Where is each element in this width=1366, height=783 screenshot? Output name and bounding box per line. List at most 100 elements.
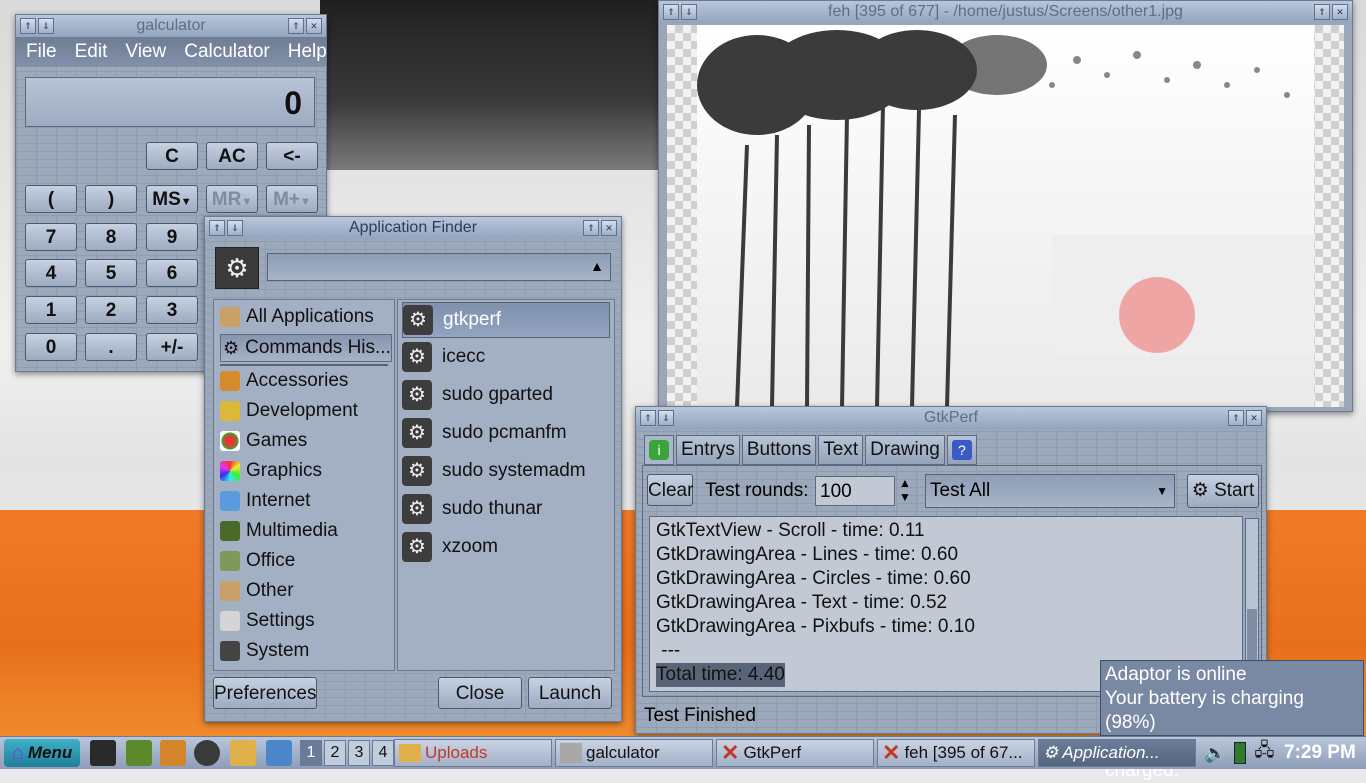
task-feh[interactable]: ✕ feh [395 of 67... xyxy=(877,739,1035,767)
calc-4-button[interactable]: 4 xyxy=(25,259,77,287)
finder-stick-button[interactable]: ⇑ xyxy=(209,220,225,236)
app-item-systemadm[interactable]: ⚙ sudo systemadm xyxy=(402,454,608,488)
feh-shade-button[interactable]: ⇓ xyxy=(681,4,697,20)
calc-point-button[interactable]: . xyxy=(85,333,137,361)
calc-1-button[interactable]: 1 xyxy=(25,296,77,324)
category-commands-history[interactable]: ⚙ Commands His... xyxy=(220,334,392,362)
tab-text[interactable]: Text xyxy=(818,435,864,465)
perf-maximize-button[interactable]: ⇑ xyxy=(1228,410,1244,426)
close-button[interactable]: Close xyxy=(438,677,522,709)
spinner-arrows-icon[interactable]: ▲ ▼ xyxy=(895,476,915,506)
app-item-xzoom[interactable]: ⚙ xzoom xyxy=(402,530,608,564)
quick-folder[interactable] xyxy=(230,739,256,767)
workspace-4[interactable]: 4 xyxy=(372,740,394,766)
calc-clear-button[interactable]: C xyxy=(146,142,198,170)
quick-apps[interactable] xyxy=(160,739,186,767)
feh-titlebar[interactable]: ⇑ ⇓ feh [395 of 677] - /home/justus/Scre… xyxy=(659,1,1352,23)
app-finder-window[interactable]: ⇑ ⇓ Application Finder ⇑ ✕ ⚙ ▲ All Appli… xyxy=(204,216,622,722)
finder-shade-button[interactable]: ⇓ xyxy=(227,220,243,236)
battery-icon[interactable] xyxy=(1234,742,1247,764)
gtkperf-titlebar[interactable]: ⇑ ⇓ GtkPerf ⇑ ✕ xyxy=(636,407,1266,429)
start-button[interactable]: ⚙ Start xyxy=(1187,474,1259,508)
app-item-gparted[interactable]: ⚙ sudo gparted xyxy=(402,378,608,412)
chevron-up-icon[interactable]: ▲ xyxy=(590,258,604,274)
menu-button[interactable]: ⌂ Menu xyxy=(4,739,80,767)
calc-sign-button[interactable]: +/- xyxy=(146,333,198,361)
category-office[interactable]: Office xyxy=(220,548,295,574)
task-galculator[interactable]: galculator xyxy=(555,739,713,767)
tab-info[interactable]: i xyxy=(644,435,674,465)
calc-open-paren-button[interactable]: ( xyxy=(25,185,77,213)
feh-window[interactable]: ⇑ ⇓ feh [395 of 677] - /home/justus/Scre… xyxy=(658,0,1353,412)
calc-allclear-button[interactable]: AC xyxy=(206,142,258,170)
calc-shade-button[interactable]: ⇓ xyxy=(38,18,54,34)
feh-close-button[interactable]: ✕ xyxy=(1332,4,1348,20)
calc-3-button[interactable]: 3 xyxy=(146,296,198,324)
calc-5-button[interactable]: 5 xyxy=(85,259,137,287)
feh-maximize-button[interactable]: ⇑ xyxy=(1314,4,1330,20)
app-finder-titlebar[interactable]: ⇑ ⇓ Application Finder ⇑ ✕ xyxy=(205,217,621,239)
category-other[interactable]: Other xyxy=(220,578,294,604)
app-item-gtkperf[interactable]: ⚙ gtkperf xyxy=(402,302,610,338)
category-games[interactable]: Games xyxy=(220,428,307,454)
workspace-3[interactable]: 3 xyxy=(348,740,370,766)
menu-help[interactable]: Help xyxy=(288,41,327,63)
tab-entrys[interactable]: Entrys xyxy=(676,435,740,465)
task-application-finder[interactable]: ⚙ Application... xyxy=(1038,739,1196,767)
clock[interactable]: 7:29 PM xyxy=(1284,739,1356,767)
quick-terminal[interactable] xyxy=(90,739,116,767)
calc-2-button[interactable]: 2 xyxy=(85,296,137,324)
app-item-icecc[interactable]: ⚙ icecc xyxy=(402,340,608,374)
launch-button[interactable]: Launch xyxy=(528,677,612,709)
finder-close-button[interactable]: ✕ xyxy=(601,220,617,236)
task-gtkperf[interactable]: ✕ GtkPerf xyxy=(716,739,874,767)
category-multimedia[interactable]: Multimedia xyxy=(220,518,338,544)
category-settings[interactable]: Settings xyxy=(220,608,315,634)
perf-shade-button[interactable]: ⇓ xyxy=(658,410,674,426)
menu-file[interactable]: File xyxy=(26,41,57,63)
preferences-button[interactable]: Preferences xyxy=(213,677,317,709)
category-development[interactable]: Development xyxy=(220,398,358,424)
calc-mplus-button[interactable]: M+▼ xyxy=(266,185,318,213)
menu-edit[interactable]: Edit xyxy=(75,41,108,63)
calc-ms-button[interactable]: MS▼ xyxy=(146,185,198,213)
category-graphics[interactable]: Graphics xyxy=(220,458,322,484)
calc-9-button[interactable]: 9 xyxy=(146,223,198,251)
category-accessories[interactable]: Accessories xyxy=(220,368,348,394)
calc-7-button[interactable]: 7 xyxy=(25,223,77,251)
quick-settings[interactable] xyxy=(266,739,292,767)
perf-stick-button[interactable]: ⇑ xyxy=(640,410,656,426)
command-entry[interactable]: ▲ xyxy=(267,253,611,281)
app-item-pcmanfm[interactable]: ⚙ sudo pcmanfm xyxy=(402,416,608,450)
tab-drawing[interactable]: Drawing xyxy=(865,435,945,465)
perf-close-button[interactable]: ✕ xyxy=(1246,410,1262,426)
category-system[interactable]: System xyxy=(220,638,309,664)
calc-0-button[interactable]: 0 xyxy=(25,333,77,361)
tab-help[interactable]: ? xyxy=(946,435,977,465)
test-select-dropdown[interactable]: Test All ▼ xyxy=(925,474,1175,508)
task-uploads[interactable]: Uploads xyxy=(394,739,552,767)
menu-view[interactable]: View xyxy=(125,41,166,63)
category-internet[interactable]: Internet xyxy=(220,488,310,514)
quick-media[interactable] xyxy=(126,739,152,767)
calc-maximize-button[interactable]: ⇑ xyxy=(288,18,304,34)
calc-close-button[interactable]: ✕ xyxy=(306,18,322,34)
quick-disc[interactable] xyxy=(194,739,220,767)
calc-6-button[interactable]: 6 xyxy=(146,259,198,287)
finder-maximize-button[interactable]: ⇑ xyxy=(583,220,599,236)
app-item-thunar[interactable]: ⚙ sudo thunar xyxy=(402,492,608,526)
clear-button[interactable]: Clear xyxy=(647,474,693,506)
category-all-applications[interactable]: All Applications xyxy=(220,304,374,330)
workspace-1[interactable]: 1 xyxy=(300,740,322,766)
calc-backspace-button[interactable]: <- xyxy=(266,142,318,170)
volume-icon[interactable]: 🔊 xyxy=(1204,743,1226,764)
galculator-titlebar[interactable]: ⇑ ⇓ galculator ⇑ ✕ xyxy=(16,15,326,37)
network-icon[interactable]: 🖧 xyxy=(1254,738,1274,768)
calc-close-paren-button[interactable]: ) xyxy=(85,185,137,213)
tab-buttons[interactable]: Buttons xyxy=(741,435,817,465)
calc-mr-button[interactable]: MR▼ xyxy=(206,185,258,213)
workspace-2[interactable]: 2 xyxy=(324,740,346,766)
feh-stick-button[interactable]: ⇑ xyxy=(663,4,679,20)
calc-8-button[interactable]: 8 xyxy=(85,223,137,251)
calc-stick-button[interactable]: ⇑ xyxy=(20,18,36,34)
